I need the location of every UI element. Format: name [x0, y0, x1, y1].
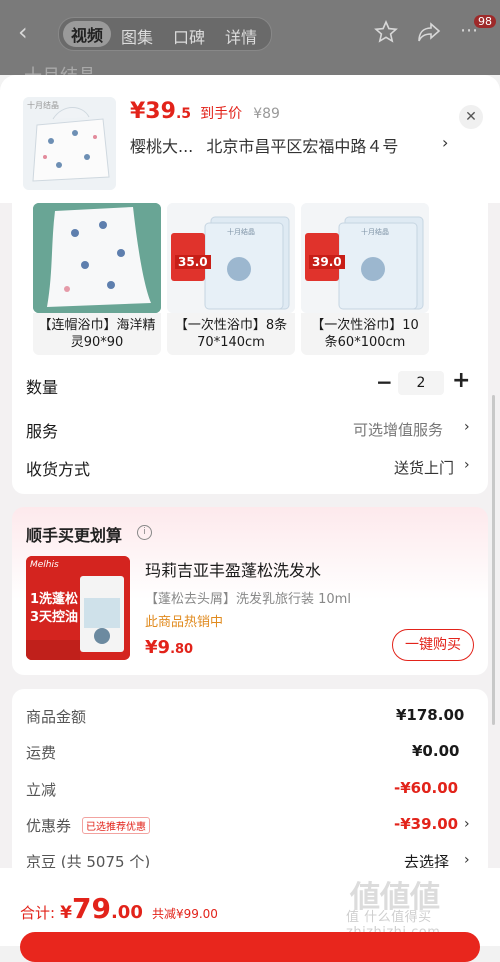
service-label: 服务: [26, 422, 59, 441]
one-click-buy-label: 一键购买: [405, 637, 461, 653]
upsell-img-line1: 1洗蓬松: [30, 592, 79, 607]
address-row[interactable]: 樱桃大... 北京市昌平区宏福中路４号: [130, 133, 460, 157]
total-line: 合计: ¥79.00 共减¥99.00: [20, 892, 218, 925]
back-icon[interactable]: ‹: [18, 18, 28, 46]
upsell-product-name[interactable]: 玛莉吉亚丰盈蓬松洗发水: [145, 557, 321, 581]
coupon-label: 优惠券: [26, 817, 72, 835]
option-price-badge: 35.0: [175, 255, 211, 269]
quantity-label: 数量: [26, 378, 59, 397]
delivery-label: 收货方式: [26, 460, 91, 479]
discount-value: -¥60.00: [394, 779, 459, 797]
shipping-label: 运费: [26, 744, 57, 762]
notification-badge: 98: [474, 15, 496, 28]
delivery-value: 送货上门: [394, 459, 455, 477]
option-image: 十月结晶 39.0: [301, 203, 429, 313]
option-hooded-towel[interactable]: 【连帽浴巾】海洋精灵90*90: [33, 203, 161, 359]
total-decimal: .00: [110, 902, 143, 923]
upsell-price: ¥9.80: [145, 637, 193, 658]
total-label: 合计:: [20, 904, 56, 922]
coupon-chevron-icon: ›: [464, 816, 470, 832]
watermark: 值 什么值得买 zhizhizhi.com 値値値: [346, 872, 496, 940]
submit-order-button[interactable]: [20, 932, 480, 962]
price-tag: 到手价: [200, 106, 243, 122]
top-nav-bar: ‹ 视频 图集 口碑 详情 ⋯ 98 十月结晶: [0, 0, 500, 87]
service-chevron-icon: ›: [464, 419, 470, 435]
upsell-hot: 此商品热销中: [145, 615, 224, 630]
subtotal-label: 商品金额: [26, 708, 87, 726]
total-currency: ¥: [60, 903, 72, 923]
address-chevron-icon[interactable]: ›: [442, 133, 448, 152]
summary-row-coupon[interactable]: 优惠券 已选推荐优惠 -¥39.00 ›: [12, 810, 488, 840]
product-thumbnail: 十月结晶: [23, 97, 116, 190]
info-icon[interactable]: i: [137, 525, 152, 540]
thumbnail-brand: 十月结晶: [27, 101, 59, 110]
service-value: 可选增值服务: [353, 421, 444, 439]
service-row[interactable]: 服务 可选增值服务 ›: [12, 408, 488, 442]
option-label: 【一次性浴巾】8条70*140cm: [167, 313, 295, 355]
upsell-card: 顺手买更划算 i Melhis 1洗蓬松 3天控油 玛莉吉亚丰盈蓬松洗发水 【蓬…: [12, 507, 488, 675]
one-click-buy-button[interactable]: 一键购买: [392, 629, 474, 661]
checkout-footer: 合计: ¥79.00 共减¥99.00 值 什么值得买 zhizhizhi.co…: [0, 868, 500, 962]
option-price-badge: 39.0: [309, 255, 345, 269]
order-summary-card: 商品金额 ¥178.00 运费 ¥0.00 立减 -¥60.00 优惠券 已选推…: [12, 689, 488, 879]
share-icon[interactable]: [416, 20, 442, 44]
upsell-price-main: ¥9: [145, 637, 171, 658]
star-icon[interactable]: [374, 20, 398, 44]
total-saved: 共减¥99.00: [151, 907, 218, 921]
options-card: 【连帽浴巾】海洋精灵90*90 十月结晶 35.0 【一次性浴巾】8条70*14…: [12, 203, 488, 494]
jingdou-chevron-icon: ›: [464, 852, 470, 868]
address-text: 北京市昌平区宏福中路４号: [206, 137, 399, 156]
address-name: 樱桃大...: [130, 137, 194, 156]
upsell-title: 顺手买更划算: [26, 526, 123, 545]
option-disposable-10[interactable]: 十月结晶 39.0 【一次性浴巾】10条60*100cm: [301, 203, 429, 359]
upsell-img-line2: 3天控油: [30, 610, 79, 625]
tab-video[interactable]: 视频: [63, 21, 112, 47]
watermark-logo: 値値値: [350, 880, 440, 915]
subtotal-value: ¥178.00: [396, 706, 465, 724]
delivery-row[interactable]: 收货方式 送货上门 ›: [12, 446, 488, 480]
tab-reviews[interactable]: 口碑: [173, 24, 205, 48]
close-icon: ✕: [465, 109, 477, 125]
option-label: 【一次性浴巾】10条60*100cm: [301, 313, 429, 355]
quantity-value: 2: [416, 375, 426, 391]
tab-details[interactable]: 详情: [225, 24, 257, 48]
quantity-input[interactable]: 2: [398, 371, 444, 395]
summary-row-shipping: 运费 ¥0.00: [12, 737, 488, 767]
option-image: 十月结晶 35.0: [167, 203, 295, 313]
price-line: ¥39.5 到手价 ¥89: [130, 99, 280, 124]
price-decimal: .5: [175, 106, 191, 122]
close-button[interactable]: ✕: [459, 105, 483, 129]
upsell-img-brand: Melhis: [30, 560, 59, 570]
option-brand: 十月结晶: [361, 228, 389, 236]
summary-row-discount: 立减 -¥60.00: [12, 774, 488, 804]
upsell-price-decimal: .80: [170, 642, 194, 657]
option-disposable-8[interactable]: 十月结晶 35.0 【一次性浴巾】8条70*140cm: [167, 203, 295, 359]
option-label: 【连帽浴巾】海洋精灵90*90: [33, 313, 161, 355]
upsell-spec: 【蓬松去头屑】洗发乳旅行装 10ml: [145, 592, 351, 607]
quantity-plus-button[interactable]: +: [452, 368, 470, 393]
purchase-sheet: 十月结晶 ¥39.5 到手价 ¥89 樱桃大... 北京市昌平区宏福中路４号 ›…: [0, 75, 500, 946]
delivery-chevron-icon: ›: [464, 457, 470, 473]
option-image: [33, 203, 161, 313]
discount-label: 立减: [26, 781, 57, 799]
tab-gallery[interactable]: 图集: [121, 24, 153, 48]
upsell-product-image: Melhis 1洗蓬松 3天控油: [26, 556, 130, 660]
summary-row-subtotal: 商品金额 ¥178.00: [12, 701, 488, 731]
total-main: 79: [72, 892, 111, 925]
option-brand: 十月结晶: [227, 228, 255, 236]
quantity-minus-button[interactable]: −: [376, 370, 393, 394]
coupon-value: -¥39.00: [394, 815, 459, 833]
coupon-tag: 已选推荐优惠: [82, 817, 150, 834]
sheet-header: 十月结晶 ¥39.5 到手价 ¥89 樱桃大... 北京市昌平区宏福中路４号 ›…: [0, 75, 500, 203]
price-main: ¥39: [130, 99, 176, 124]
media-tabs: 视频 图集 口碑 详情: [58, 17, 272, 51]
scrollbar[interactable]: [492, 395, 495, 725]
shipping-value: ¥0.00: [412, 742, 460, 760]
original-price: ¥89: [253, 106, 280, 122]
